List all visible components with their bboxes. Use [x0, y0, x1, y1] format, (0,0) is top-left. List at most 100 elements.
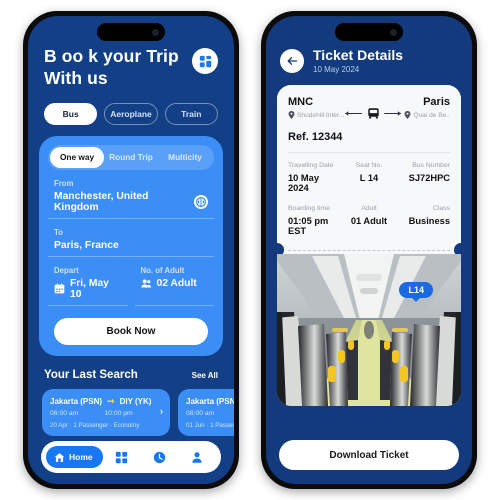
last-search-header: Your Last Search See All [28, 356, 234, 381]
book-now-button[interactable]: Book Now [54, 317, 208, 345]
trip-tab-multicity-label: Multicity [168, 152, 202, 163]
bus-icon [368, 108, 379, 119]
bus-interior-photo: L14 [277, 254, 461, 407]
map-pin-icon [288, 111, 295, 120]
to-value: Paris, France [54, 239, 119, 251]
back-arrow-icon [287, 56, 298, 65]
search-depart-time: 08:00 am [186, 409, 215, 417]
to-label: To [54, 227, 63, 237]
depart-field[interactable]: Depart Fri, May 10 [48, 257, 128, 306]
to-field[interactable]: To Paris, France [48, 219, 214, 257]
detail-value: SJ72HPC [408, 173, 450, 184]
search-arrive-time: 10:00 pm [104, 409, 133, 417]
bottom-tabbar: Home [41, 441, 221, 473]
ticket-date: 10 May 2024 [313, 65, 360, 75]
bus-interior-illustration [277, 254, 461, 407]
back-button[interactable] [280, 48, 304, 73]
ticket-reference: Ref. 12344 [288, 131, 450, 154]
ticket-screen: Ticket Details 10 May 2024 MNC Shudehill… [266, 16, 472, 484]
trip-type-tabs: One way Round Trip Multicity [48, 144, 214, 170]
route-destination: Paris Quai de Be.. [403, 96, 450, 120]
ticket-perforation [277, 245, 461, 255]
search-meta: 01 Jun · 1 Passenger · Economy [186, 421, 234, 429]
tab-aeroplane[interactable]: Aeroplane [104, 102, 158, 125]
page-title: B oo k your Trip With us [44, 46, 179, 88]
tab-train[interactable]: Train [164, 102, 218, 125]
phone-booking: B oo k your Trip With us Bus Aeroplane T… [23, 11, 239, 489]
arrow-left-line-icon [345, 111, 363, 116]
route-summary: MNC Shudehill Inter... Paris Quai de Be.… [288, 96, 450, 120]
ticket-details-row: Boarding time 01:05 pm EST Adult 01 Adul… [288, 205, 450, 236]
search-meta: 20 Apr · 1 Passenger · Economy [50, 421, 140, 429]
tabbar-item-grid[interactable] [103, 451, 141, 464]
adults-value: 02 Adult [156, 277, 197, 289]
tab-train-label: Train [181, 108, 202, 119]
last-search-list: Jakarta (PSN) ➞ DIY (YK) 06:00 am 10:00 … [28, 381, 234, 436]
clock-icon [153, 451, 165, 463]
grid-icon [115, 451, 128, 463]
dynamic-island [97, 23, 165, 41]
destination-place: Quai de Be.. [413, 111, 450, 119]
see-all-link[interactable]: See All [192, 371, 218, 380]
phone-ticket: Ticket Details 10 May 2024 MNC Shudehill… [261, 11, 477, 489]
origin-place: Shudehill Inter... [297, 111, 345, 119]
tab-bus[interactable]: Bus [44, 102, 98, 125]
list-item[interactable]: Jakarta (PSN) ➞ DIY (YK) 08:00 am 11:00 … [178, 388, 234, 436]
trip-tab-one-way-label: One way [59, 152, 95, 163]
tabbar-item-history[interactable] [140, 451, 178, 464]
ticket-card: MNC Shudehill Inter... Paris Quai de Be.… [277, 85, 461, 407]
trip-tab-one-way[interactable]: One way [50, 146, 104, 168]
detail-value: 10 May 2024 [288, 173, 320, 194]
tabbar-item-profile[interactable] [178, 451, 216, 464]
from-label: From [54, 178, 74, 188]
from-field[interactable]: From Manchester, United Kingdom [48, 170, 214, 219]
detail-bus-number: Bus Number SJ72HPC [396, 162, 450, 193]
swap-button[interactable] [194, 194, 208, 209]
route-origin: MNC Shudehill Inter... [288, 96, 345, 120]
search-depart-time: 06:00 am [50, 409, 79, 417]
detail-travelling-date: Travelling Date 10 May 2024 [288, 162, 342, 193]
tabbar-home-label: Home [69, 452, 93, 462]
detail-label: Seat No. [355, 162, 383, 170]
detail-value: L 14 [359, 173, 379, 184]
detail-label: Bus Number [412, 162, 450, 170]
download-ticket-button[interactable]: Download Ticket [279, 440, 459, 470]
adults-label: No. of Adult [140, 265, 185, 275]
destination-code: Paris [423, 96, 450, 109]
dynamic-island [335, 23, 403, 41]
detail-class: Class Business [396, 205, 450, 236]
arrow-right-icon: ➞ [107, 395, 115, 406]
trip-tab-round-trip[interactable]: Round Trip [104, 147, 158, 168]
detail-label: Adult [361, 205, 377, 213]
depart-value: Fri, May 10 [70, 277, 109, 300]
trip-tab-multicity[interactable]: Multicity [158, 147, 212, 168]
ticket-upper: MNC Shudehill Inter... Paris Quai de Be.… [277, 85, 461, 246]
origin-code: MNC [288, 96, 314, 109]
home-icon [54, 452, 65, 462]
tab-bus-label: Bus [62, 108, 79, 119]
front-camera-icon [152, 28, 159, 36]
front-camera-icon [390, 28, 397, 36]
detail-label: Travelling Date [288, 162, 334, 170]
ticket-details-row: Travelling Date 10 May 2024 Seat No. L 1… [288, 162, 450, 193]
page-title: Ticket Details [313, 47, 404, 63]
search-destination: DIY (YK) [119, 396, 152, 406]
detail-value: Business [408, 216, 450, 227]
detail-label: Boarding time [288, 205, 330, 213]
screenshot-stage: B oo k your Trip With us Bus Aeroplane T… [0, 0, 500, 500]
user-icon [192, 451, 202, 463]
adults-field[interactable]: No. of Adult 02 Adult [134, 257, 214, 306]
people-icon [140, 279, 151, 288]
detail-value: 01:05 pm EST [288, 216, 329, 237]
detail-seat-no: Seat No. L 14 [342, 162, 396, 193]
transport-tabs: Bus Aeroplane Train [28, 90, 234, 125]
depart-adult-row: Depart Fri, May 10 No. of Adult 02 Adult [48, 257, 214, 306]
detail-adult: Adult 01 Adult [342, 205, 396, 236]
grid-menu-button[interactable] [192, 48, 218, 74]
from-value: Manchester, United Kingdom [54, 190, 149, 213]
arrow-right-line-icon [384, 111, 402, 116]
detail-label: Class [433, 205, 450, 213]
calendar-icon [54, 283, 65, 294]
list-item[interactable]: Jakarta (PSN) ➞ DIY (YK) 06:00 am 10:00 … [42, 388, 170, 436]
tabbar-item-home[interactable]: Home [46, 446, 103, 468]
